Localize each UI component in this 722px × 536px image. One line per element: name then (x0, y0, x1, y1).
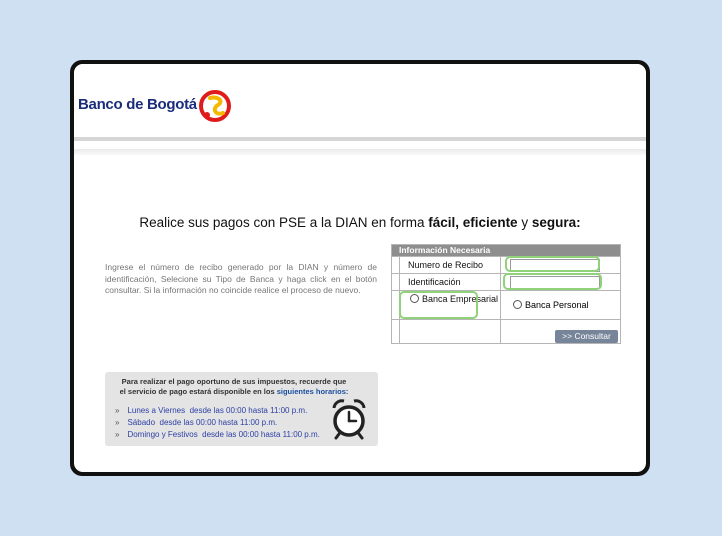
bank-logo-text: Banco de Bogotá (78, 96, 197, 113)
banca-personal-option[interactable]: Banca Personal (502, 291, 620, 319)
instructions-text: Ingrese el número de recibo generado por… (105, 262, 377, 295)
browser-page: Banco de Bogotá Realice sus pagos con PS… (74, 64, 646, 472)
header-divider (74, 137, 646, 141)
form-header: Información Necesaria (392, 245, 620, 256)
page-headline: Realice sus pagos con PSE a la DIAN en f… (139, 215, 581, 230)
payment-form: Información Necesaria Numero de Recibo I… (391, 244, 621, 344)
schedule-item: » Sábado desde las 00:00 hasta 11:00 p.m. (115, 418, 278, 427)
id-highlight (503, 273, 602, 290)
banca-personal-label: Banca Personal (525, 300, 589, 310)
site-header: Banco de Bogotá (74, 64, 646, 142)
schedule-intro: Para realizar el pago oportuno de sus im… (119, 377, 349, 396)
header-shadow (74, 149, 646, 155)
schedule-item: » Lunes a Viernes desde las 00:00 hasta 1… (115, 406, 308, 415)
device-frame: Banco de Bogotá Realice sus pagos con PS… (70, 60, 650, 476)
bank-logo-icon (199, 90, 231, 122)
consultar-button[interactable]: >> Consultar (555, 330, 618, 343)
schedule-item: » Domingo y Festivos desde las 00:00 hast… (115, 430, 320, 439)
receipt-label: Numero de Recibo (399, 257, 501, 273)
receipt-highlight (505, 256, 600, 272)
alarm-clock-icon (332, 399, 366, 440)
id-label: Identificación (399, 274, 501, 290)
schedule-link[interactable]: siguientes horarios: (277, 387, 349, 396)
schedule-box: Para realizar el pago oportuno de sus im… (105, 372, 378, 446)
banca-personal-radio[interactable] (513, 300, 522, 309)
banca-empresarial-highlight (399, 291, 478, 319)
